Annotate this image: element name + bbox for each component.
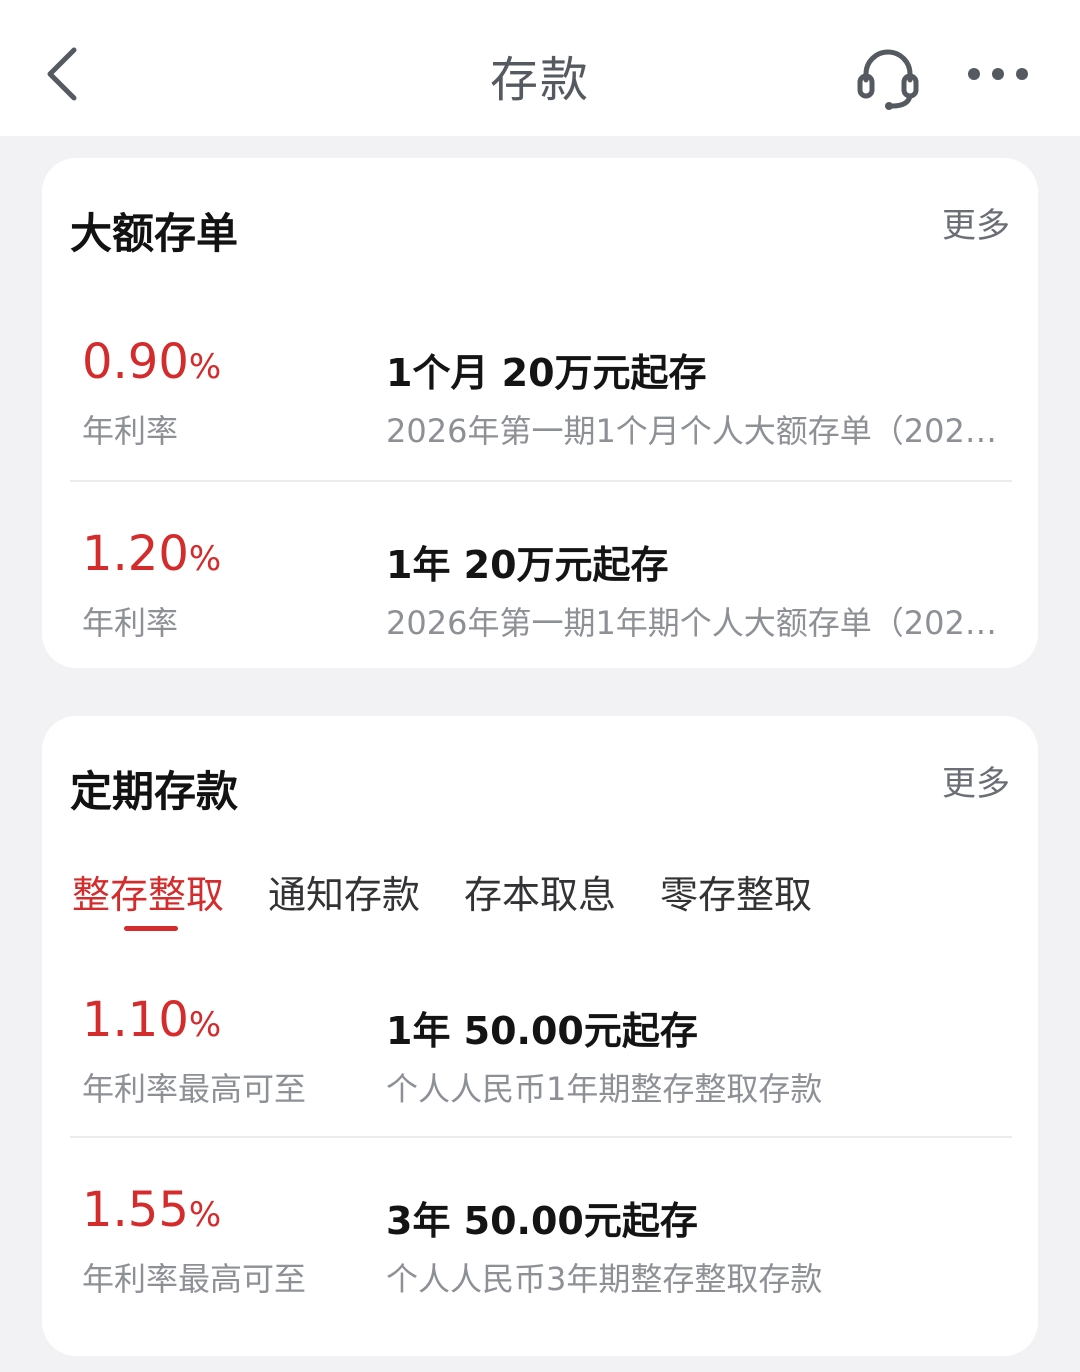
product-title: 1年 50.00元起存: [386, 1009, 698, 1053]
divider: [70, 1136, 1012, 1138]
tab-interest-withdrawal[interactable]: 存本取息: [464, 864, 616, 919]
interest-rate: 1.20%: [82, 526, 221, 582]
percent-sign: %: [188, 1195, 222, 1235]
cd-product-row[interactable]: 0.90% 年利率 1个月 20万元起存 2026年第一期1个月个人大额存单（2…: [42, 334, 1038, 524]
product-title: 1个月 20万元起存: [386, 351, 707, 395]
customer-service-button[interactable]: [852, 40, 924, 112]
large-cd-card: 大额存单 更多 0.90% 年利率 1个月 20万元起存 2026年第一期1个月…: [42, 158, 1038, 668]
more-options-button[interactable]: [964, 56, 1032, 92]
rate-value: 1.20: [82, 526, 189, 582]
percent-sign: %: [188, 1005, 222, 1045]
rate-value: 1.10: [82, 992, 189, 1048]
deposit-type-tabs: 整存整取 通知存款 存本取息 零存整取: [72, 864, 1012, 931]
interest-rate: 1.10%: [82, 992, 221, 1048]
tab-notice-deposit[interactable]: 通知存款: [268, 864, 420, 919]
rate-label: 年利率最高可至: [82, 1260, 307, 1298]
rate-label: 年利率: [82, 604, 179, 642]
fixed-product-row[interactable]: 1.55% 年利率最高可至 3年 50.00元起存 个人人民币3年期整存整取存款: [42, 1182, 1038, 1372]
tab-lump-sum[interactable]: 整存整取: [72, 864, 224, 919]
product-title: 1年 20万元起存: [386, 543, 669, 587]
fixed-deposit-card: 定期存款 更多 整存整取 通知存款 存本取息 零存整取 1.10% 年利率最高可…: [42, 716, 1038, 1356]
rate-value: 0.90: [82, 334, 189, 390]
interest-rate: 0.90%: [82, 334, 221, 390]
divider: [70, 480, 1012, 482]
fixed-product-row[interactable]: 1.10% 年利率最高可至 1年 50.00元起存 个人人民币1年期整存整取存款: [42, 992, 1038, 1182]
product-title: 3年 50.00元起存: [386, 1199, 698, 1243]
percent-sign: %: [188, 539, 222, 579]
rate-value: 1.55: [82, 1182, 189, 1238]
more-horizontal-icon: [968, 68, 1028, 80]
rate-label: 年利率最高可至: [82, 1070, 307, 1108]
tab-installment-deposit[interactable]: 零存整取: [660, 864, 812, 919]
product-description: 2026年第一期1个月个人大额存单（2026年: [386, 412, 998, 450]
section-title: 定期存款: [70, 767, 239, 816]
more-link[interactable]: 更多: [942, 198, 1010, 247]
cd-product-row[interactable]: 1.20% 年利率 1年 20万元起存 2026年第一期1年期个人大额存单（20…: [42, 526, 1038, 716]
active-tab-indicator: [124, 926, 178, 931]
interest-rate: 1.55%: [82, 1182, 221, 1238]
section-title: 大额存单: [70, 209, 239, 258]
product-description: 个人人民币1年期整存整取存款: [386, 1070, 823, 1108]
more-link[interactable]: 更多: [942, 756, 1010, 805]
product-description: 2026年第一期1年期个人大额存单（2026年: [386, 604, 998, 642]
percent-sign: %: [188, 347, 222, 387]
headset-icon: [857, 49, 919, 110]
product-description: 个人人民币3年期整存整取存款: [386, 1260, 823, 1298]
rate-label: 年利率: [82, 412, 179, 450]
top-bar: 存款: [0, 0, 1080, 136]
